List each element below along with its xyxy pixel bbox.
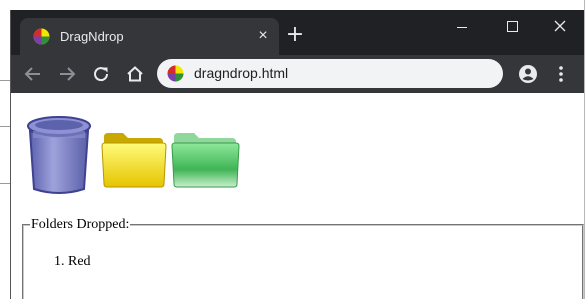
browser-toolbar: dragndrop.html — [11, 55, 584, 93]
close-icon — [554, 20, 566, 32]
tab-close-button[interactable]: × — [254, 27, 272, 45]
forward-arrow-icon[interactable] — [55, 62, 79, 86]
minimize-button[interactable] — [447, 16, 477, 38]
home-icon[interactable] — [123, 62, 147, 86]
favicon-icon — [33, 28, 50, 45]
favicon-icon — [167, 65, 184, 82]
drag-area — [11, 93, 584, 203]
address-bar[interactable]: dragndrop.html — [157, 59, 503, 88]
tab-title: DragNdrop — [60, 29, 124, 44]
maximize-button[interactable] — [497, 16, 527, 38]
browser-tab[interactable]: DragNdrop × — [20, 18, 279, 55]
back-arrow-icon[interactable] — [21, 62, 45, 86]
folders-dropped-legend: Folders Dropped: — [31, 217, 130, 232]
yellow-folder-icon[interactable] — [101, 131, 167, 189]
url-text: dragndrop.html — [194, 65, 289, 81]
title-bar: DragNdrop × + — [11, 10, 584, 55]
green-folder-icon[interactable] — [170, 131, 240, 189]
browser-window: DragNdrop × + dragndrop.html Folders Dro… — [10, 10, 584, 299]
profile-icon[interactable] — [517, 63, 539, 85]
trash-can-icon[interactable] — [24, 113, 94, 195]
dropped-list: Red — [68, 253, 582, 271]
folders-dropped-fieldset: Folders Dropped: Red — [22, 217, 584, 299]
page-rule — [0, 183, 10, 184]
reload-icon[interactable] — [89, 62, 113, 86]
page-content: Folders Dropped: Red — [11, 93, 584, 299]
list-item: Red — [68, 253, 582, 271]
page-rule — [0, 126, 10, 127]
page-rule — [0, 80, 10, 81]
new-tab-button[interactable]: + — [285, 24, 305, 47]
close-window-button[interactable] — [545, 16, 575, 38]
page-rule — [584, 0, 585, 299]
kebab-menu-icon[interactable] — [554, 63, 568, 85]
